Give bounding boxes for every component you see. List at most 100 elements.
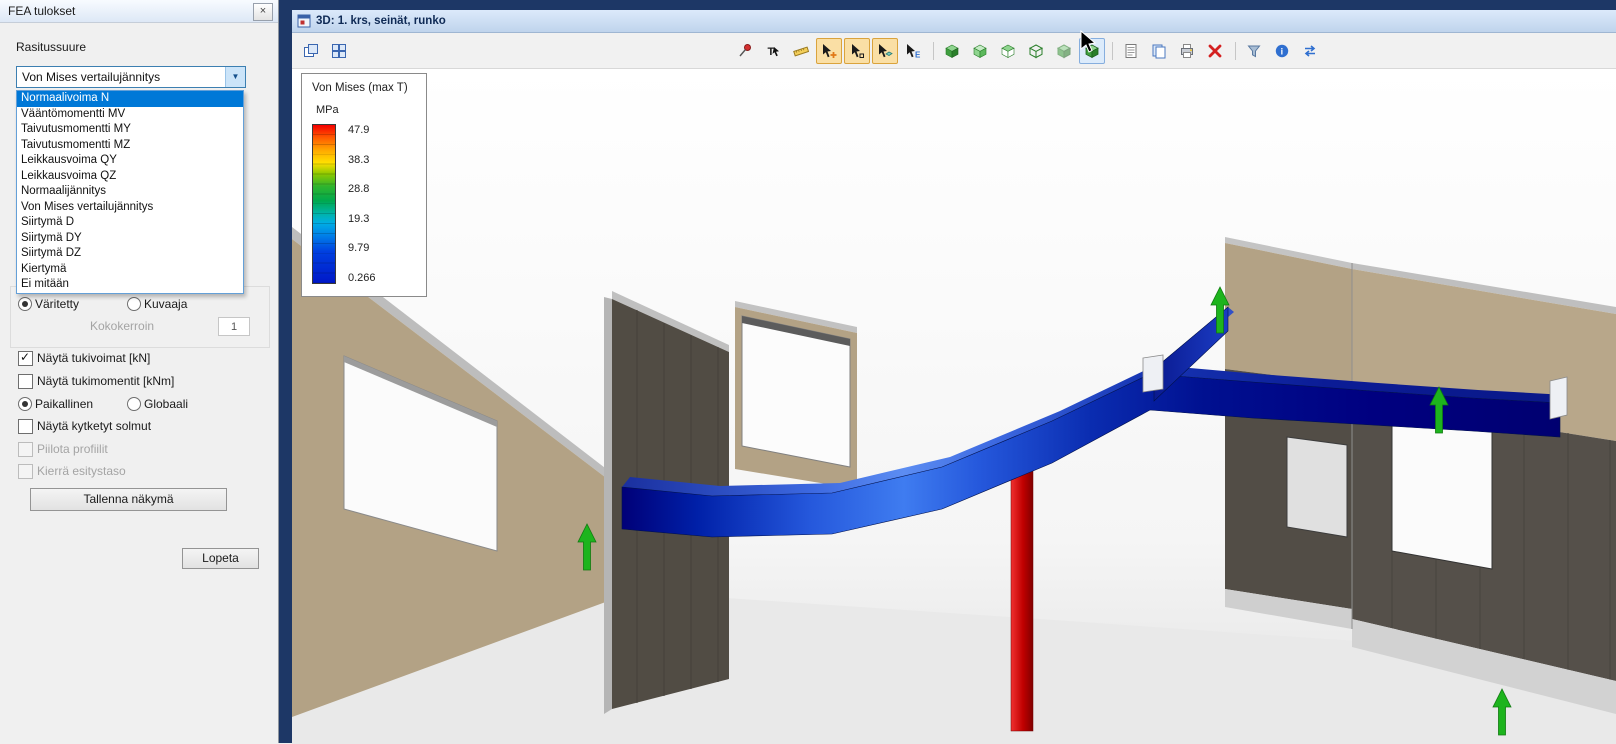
dropdown-option[interactable]: Normaalivoima N xyxy=(17,91,243,107)
combobox-value: Von Mises vertailujännitys xyxy=(22,70,160,84)
view-3d-window: 3D: 1. krs, seinät, runko xyxy=(292,10,1616,743)
show-support-forces-label: Näytä tukivoimat [kN] xyxy=(37,351,150,366)
dropdown-option[interactable]: Siirtymä DZ xyxy=(17,246,243,262)
back-wall[interactable] xyxy=(735,301,857,489)
cube-faces-view-button[interactable] xyxy=(995,38,1021,64)
legend-colorbar xyxy=(312,124,336,284)
hide-profiles-row: ✓ Piilota profiilit xyxy=(0,442,279,458)
display-mode-row: Väritetty Kuvaaja xyxy=(0,297,279,313)
stress-quantity-combobox[interactable]: Von Mises vertailujännitys ▼ xyxy=(16,66,246,88)
dropdown-option[interactable]: Taivutusmomentti MY xyxy=(17,122,243,138)
save-view-button[interactable]: Tallenna näkymä xyxy=(30,488,227,511)
right-wall-front[interactable] xyxy=(1352,263,1616,714)
radio-colored-label: Väritetty xyxy=(35,297,79,312)
3d-scene[interactable] xyxy=(292,69,1616,744)
toolbar-separator xyxy=(933,42,934,60)
legend-unit: MPa xyxy=(316,104,418,116)
check-icon: ✓ xyxy=(20,351,32,363)
dropdown-option[interactable]: Vääntömomentti MV xyxy=(17,107,243,123)
label-tool-button[interactable]: T xyxy=(760,38,786,64)
close-icon[interactable]: × xyxy=(253,3,273,21)
dropdown-option[interactable]: Leikkausvoima QY xyxy=(17,153,243,169)
checkbox-hide-profiles[interactable]: ✓ xyxy=(18,442,33,457)
checkbox-rotate-plane[interactable]: ✓ xyxy=(18,464,33,479)
dropdown-option[interactable]: Normaalijännitys xyxy=(17,184,243,200)
radio-local[interactable] xyxy=(18,397,32,411)
pin-icon xyxy=(737,43,753,59)
info-button[interactable]: i xyxy=(1269,38,1295,64)
legend-tick: 38.3 xyxy=(348,154,376,166)
rotate-plane-row: ✓ Kierrä esitystaso xyxy=(0,464,279,480)
swap-views-button[interactable] xyxy=(1297,38,1323,64)
cube-shaded-view-button[interactable] xyxy=(967,38,993,64)
quit-button[interactable]: Lopeta xyxy=(182,548,259,569)
toolbar-separator xyxy=(1235,42,1236,60)
pin-button[interactable] xyxy=(732,38,758,64)
right-wall-side[interactable] xyxy=(1225,237,1352,629)
right-side-window xyxy=(1287,437,1347,537)
mouse-cursor xyxy=(1080,30,1098,54)
stress-quantity-dropdown-list: Normaalivoima N Vääntömomentti MV Taivut… xyxy=(16,90,244,294)
grid-windows-button[interactable] xyxy=(326,38,352,64)
tile-windows-icon xyxy=(303,43,319,59)
cube-open-icon xyxy=(1028,43,1044,59)
select-element-icon: E xyxy=(905,43,921,59)
dialog-titlebar[interactable]: FEA tulokset × xyxy=(0,0,278,23)
cube-open-view-button[interactable] xyxy=(1023,38,1049,64)
sheet-list-button[interactable] xyxy=(1118,38,1144,64)
stress-quantity-label: Rasitussuure xyxy=(16,40,86,54)
mdi-background-top xyxy=(292,0,1616,10)
svg-text:E: E xyxy=(915,50,921,59)
view-3d-titlebar[interactable]: 3D: 1. krs, seinät, runko xyxy=(292,10,1616,33)
filter-button[interactable] xyxy=(1241,38,1267,64)
scale-factor-label: Kokokerroin xyxy=(90,319,154,333)
cube-shaded-icon xyxy=(972,43,988,59)
sheet-list-icon xyxy=(1123,43,1139,59)
dropdown-option[interactable]: Siirtymä D xyxy=(17,215,243,231)
checkbox-show-connected-nodes[interactable]: ✓ xyxy=(18,419,33,434)
select-element-button[interactable]: E xyxy=(900,38,926,64)
dropdown-option[interactable]: Ei mitään xyxy=(17,277,243,293)
toolbar-separator xyxy=(1112,42,1113,60)
legend-title: Von Mises (max T) xyxy=(312,82,418,94)
tile-windows-button[interactable] xyxy=(298,38,324,64)
scale-factor-input[interactable] xyxy=(218,317,250,336)
legend-ticks: 47.9 38.3 28.8 19.3 9.79 0.266 xyxy=(348,124,376,284)
rotate-plane-label: Kierrä esitystaso xyxy=(37,464,126,479)
dropdown-option[interactable]: Von Mises vertailujännitys xyxy=(17,200,243,216)
grid-windows-icon xyxy=(331,43,347,59)
cube-light-icon xyxy=(1056,43,1072,59)
dropdown-option[interactable]: Leikkausvoima QZ xyxy=(17,169,243,185)
printer-icon xyxy=(1179,43,1195,59)
dropdown-option[interactable]: Siirtymä DY xyxy=(17,231,243,247)
filter-funnel-icon xyxy=(1246,43,1262,59)
cube-light-view-button[interactable] xyxy=(1051,38,1077,64)
3d-viewport[interactable]: Von Mises (max T) MPa 47.9 38.3 28.8 19.… xyxy=(292,69,1616,744)
cube-faces-icon xyxy=(1000,43,1016,59)
info-icon: i xyxy=(1274,43,1290,59)
delete-view-button[interactable] xyxy=(1202,38,1228,64)
measure-ruler-button[interactable] xyxy=(788,38,814,64)
select-add-button[interactable] xyxy=(816,38,842,64)
legend-tick: 28.8 xyxy=(348,183,376,195)
delete-x-icon xyxy=(1207,43,1223,59)
radio-colored[interactable] xyxy=(18,297,32,311)
dropdown-option[interactable]: Taivutusmomentti MZ xyxy=(17,138,243,154)
checkbox-show-support-moments[interactable]: ✓ xyxy=(18,374,33,389)
dropdown-option[interactable]: Kiertymä xyxy=(17,262,243,278)
radio-graph[interactable] xyxy=(127,297,141,311)
show-support-moments-label: Näytä tukimomentit [kNm] xyxy=(37,374,174,389)
select-face-button[interactable] xyxy=(872,38,898,64)
printer-button[interactable] xyxy=(1174,38,1200,64)
radio-global[interactable] xyxy=(127,397,141,411)
steel-column[interactable] xyxy=(1011,465,1033,731)
show-support-moments-row: ✓ Näytä tukimomentit [kNm] xyxy=(0,374,279,390)
checkbox-show-support-forces[interactable]: ✓ xyxy=(18,351,33,366)
chevron-down-icon[interactable]: ▼ xyxy=(225,67,245,87)
select-vertex-button[interactable] xyxy=(844,38,870,64)
copy-sheets-icon xyxy=(1151,43,1167,59)
copy-sheets-button[interactable] xyxy=(1146,38,1172,64)
cube-solid-view-button[interactable] xyxy=(939,38,965,64)
coordinate-system-row: Paikallinen Globaali xyxy=(0,397,279,413)
dialog-title: FEA tulokset xyxy=(8,0,75,22)
